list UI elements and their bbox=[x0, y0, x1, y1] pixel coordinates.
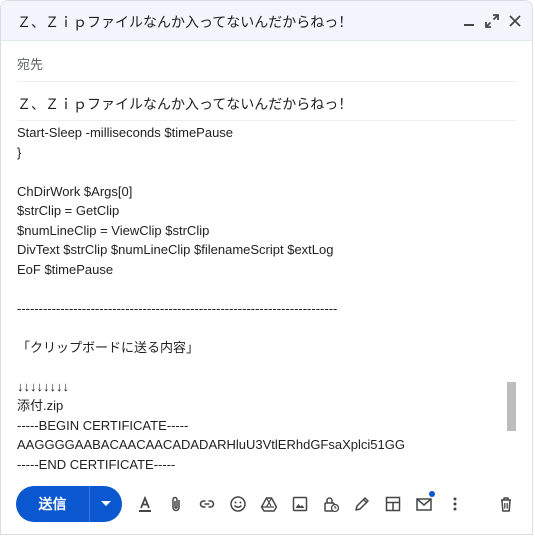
insert-signature-button[interactable] bbox=[346, 490, 377, 518]
body-line: ChDirWork $Args[0] bbox=[17, 183, 133, 199]
body-line: AAGGGGAABACAACAACADADARHluU3VtlERhdGFsaX… bbox=[17, 437, 405, 452]
send-options-button[interactable] bbox=[90, 486, 122, 522]
photo-icon bbox=[292, 496, 307, 512]
body-line: Start-Sleep -milliseconds $timePause bbox=[17, 125, 234, 140]
formatting-icon bbox=[138, 495, 151, 512]
fullscreen-button[interactable] bbox=[483, 12, 501, 30]
body-line: 「クリップボードに送る内容」 bbox=[17, 339, 200, 355]
compose-titlebar[interactable]: Ｚ、Ｚｉｐファイルなんか入ってないんだからねっ！ bbox=[1, 1, 532, 41]
compose-window: Ｚ、Ｚｉｐファイルなんか入ってないんだからねっ！ 宛先 Ｚ、Ｚｉｐファイルなんか… bbox=[0, 0, 533, 535]
send-button-group: 送信 bbox=[16, 486, 122, 522]
confidential-lock-icon bbox=[323, 497, 339, 513]
link-icon bbox=[199, 500, 214, 508]
layouts-icon bbox=[385, 496, 400, 512]
body-line: -----END CERTIFICATE----- bbox=[17, 456, 176, 472]
recipients-input[interactable] bbox=[53, 50, 516, 74]
schedule-send-button[interactable] bbox=[408, 490, 439, 518]
recipients-label: 宛先 bbox=[17, 58, 44, 73]
body-line: -----BEGIN CERTIFICATE----- bbox=[17, 417, 189, 433]
scrollbar-thumb[interactable] bbox=[507, 381, 516, 431]
body-line: EoF $timePause bbox=[17, 261, 114, 277]
close-button[interactable] bbox=[506, 12, 524, 30]
insert-link-button[interactable] bbox=[191, 490, 222, 518]
body-line: 添付.zip bbox=[17, 398, 64, 413]
confidential-mode-button[interactable] bbox=[315, 490, 346, 518]
body-line: DivText $strClip $numLineClip $filenameS… bbox=[17, 242, 334, 257]
signature-pen-icon bbox=[354, 497, 369, 511]
recipients-row: 宛先 bbox=[17, 42, 516, 82]
expand-icon bbox=[485, 14, 499, 28]
body-line: $strClip = GetClip bbox=[17, 203, 120, 218]
message-body[interactable]: Start-Sleep -milliseconds $timePause} ChD… bbox=[17, 123, 513, 473]
body-line: ↓↓↓↓↓↓↓↓ bbox=[17, 378, 69, 394]
subject-input[interactable]: Ｚ、Ｚｉｐファイルなんか入ってないんだからねっ！ bbox=[17, 94, 352, 114]
body-line bbox=[17, 357, 513, 377]
body-line bbox=[17, 279, 513, 299]
minimize-button[interactable] bbox=[460, 12, 478, 30]
emoji-icon bbox=[229, 496, 246, 512]
chevron-down-icon bbox=[101, 501, 111, 506]
body-scrollbar[interactable] bbox=[507, 123, 516, 473]
body-line: $numLineClip = ViewClip $strClip bbox=[17, 222, 210, 238]
close-icon bbox=[509, 15, 521, 27]
minimize-icon bbox=[464, 24, 474, 26]
body-line: } bbox=[17, 144, 22, 160]
window-controls bbox=[460, 11, 524, 31]
new-feature-badge bbox=[429, 491, 435, 497]
formatting-tools bbox=[129, 490, 470, 518]
subject-row[interactable]: Ｚ、Ｚｉｐファイルなんか入ってないんだからねっ！ bbox=[17, 83, 516, 121]
trash-icon bbox=[501, 497, 511, 512]
more-options-icon bbox=[453, 497, 456, 511]
drive-icon bbox=[260, 497, 277, 512]
body-line: ----------------------------------------… bbox=[17, 300, 338, 316]
send-button[interactable]: 送信 bbox=[16, 486, 89, 522]
window-title: Ｚ、Ｚｉｐファイルなんか入ってないんだからねっ！ bbox=[17, 15, 353, 31]
formatting-options-button[interactable] bbox=[129, 490, 160, 518]
insert-photo-button[interactable] bbox=[284, 490, 315, 518]
compose-toolbar: 送信 bbox=[1, 477, 532, 534]
discard-draft-button[interactable] bbox=[492, 490, 520, 518]
insert-emoji-button[interactable] bbox=[222, 490, 253, 518]
insert-drive-file-button[interactable] bbox=[253, 490, 284, 518]
schedule-email-icon bbox=[415, 498, 432, 511]
more-options-button[interactable] bbox=[439, 490, 470, 518]
attach-files-button[interactable] bbox=[160, 490, 191, 518]
layouts-button[interactable] bbox=[377, 490, 408, 518]
attachment-icon bbox=[171, 496, 180, 512]
body-line bbox=[17, 318, 513, 338]
body-line bbox=[17, 162, 513, 182]
